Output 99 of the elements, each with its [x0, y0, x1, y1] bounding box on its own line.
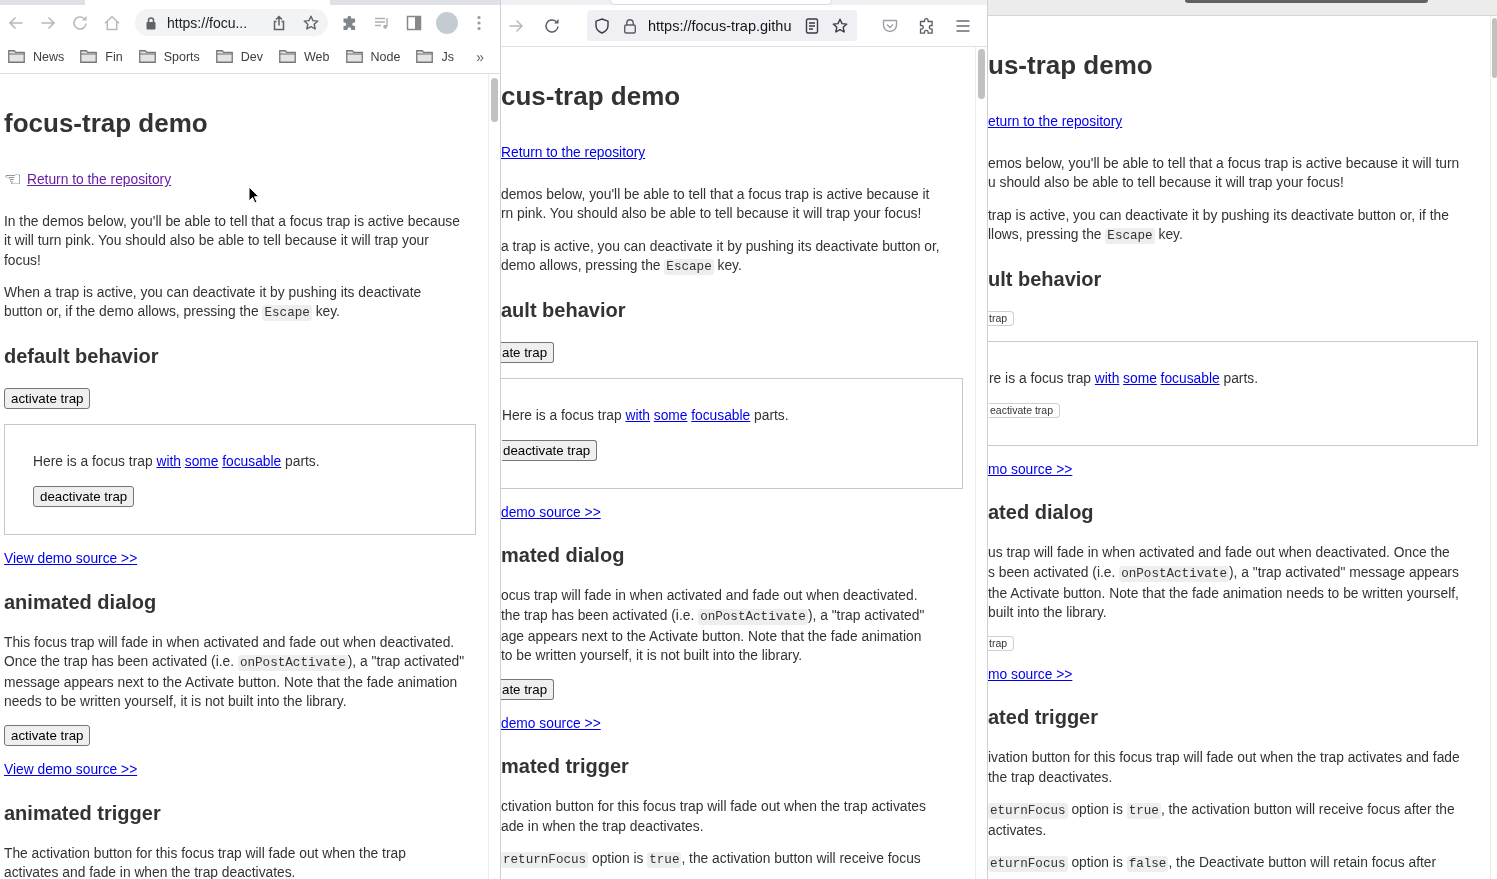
paragraph: Here is a focus trap with some focusable parts. — [33, 453, 320, 472]
section-heading: ated trigger — [988, 705, 1099, 730]
address-bar[interactable]: https://focus-trap.githu — [587, 10, 857, 41]
paragraph: eturnFocus option is false, the Deactivate button will retain focus after — [988, 854, 1437, 875]
section-heading: mated dialog — [501, 543, 625, 568]
bookmark-item[interactable]: Web — [279, 48, 330, 65]
folder-icon — [279, 50, 296, 63]
reload-icon[interactable] — [544, 17, 560, 34]
bookmark-item[interactable]: Dev — [215, 48, 263, 65]
paragraph: trap is active, you can deactivate it by pushing its deactivate button or, if the llows, pressing the Escape key. — [988, 206, 1449, 246]
page-title: cus-trap demo — [501, 81, 681, 111]
demo-button[interactable]: deactivate trap — [33, 486, 135, 508]
section-heading: ault behavior — [501, 298, 626, 322]
menu-icon[interactable] — [955, 17, 971, 34]
scrollbar-thumb[interactable] — [978, 49, 985, 99]
inline-link[interactable]: some — [1123, 371, 1157, 386]
back-icon[interactable] — [8, 14, 24, 31]
pocket-icon[interactable] — [882, 17, 898, 34]
demo-button[interactable]: activate trap — [4, 725, 91, 747]
source-link[interactable]: View demo source >> — [4, 549, 138, 569]
inline-link[interactable]: with — [156, 454, 181, 470]
folder-icon — [215, 50, 233, 63]
section-heading: animated trigger — [4, 800, 161, 825]
bookmark-item[interactable]: Sports — [138, 48, 200, 65]
section-heading: default behavior — [4, 344, 159, 369]
share-icon[interactable] — [271, 14, 287, 31]
folder-icon — [80, 50, 98, 63]
inline-link[interactable]: focusable — [1160, 371, 1220, 386]
address-bar[interactable]: https://focu... — [135, 9, 328, 36]
reader-view-icon[interactable] — [804, 17, 820, 34]
section-heading: ult behavior — [988, 267, 1102, 291]
paragraph: This focus trap will fade in when activated and fade out when deactivated. Once the trap has been activated (i.e. onPostActivate), a "trap activated" message appears next to the Activate button. Note that the fade animation needs to be written yourself, it is not built into the library. — [4, 633, 465, 712]
forward-icon[interactable] — [508, 17, 524, 34]
extensions-icon[interactable] — [919, 17, 935, 34]
source-link[interactable]: mo source >> — [988, 460, 1073, 480]
source-link[interactable]: mo source >> — [988, 665, 1073, 685]
folder-icon — [416, 50, 434, 63]
home-icon[interactable] — [104, 14, 120, 31]
paragraph: Here is a focus trap with some focusable parts. — [502, 407, 789, 425]
bookmark-item[interactable]: Node — [345, 48, 401, 65]
paragraph: The activation button for this focus trap will fade out when the trap activates and fade in when the trap deactivates. — [4, 844, 406, 879]
demo-button[interactable]: eactivate trap — [989, 403, 1061, 419]
demo-button[interactable]: deactivate trap — [502, 440, 598, 462]
page-title: focus-trap demo — [4, 108, 208, 138]
paragraph: In the demos below, you'll be able to tell that a focus trap is active because it will turn pink. You should also be able to tell because it will trap your focus! — [4, 213, 460, 270]
star-icon[interactable] — [832, 17, 848, 34]
bookmark-item[interactable]: Js — [416, 48, 454, 65]
folder-icon — [138, 50, 156, 63]
paragraph: ctivation button for this focus trap will fade out when the trap activates ade in when the trap deactivates. — [501, 798, 926, 836]
folder-icon — [345, 50, 363, 63]
demo-button[interactable]: trap — [988, 636, 1015, 652]
paragraph: eturnFocus option is true, the activation button will receive focus after the activates. — [988, 800, 1455, 841]
demo-button[interactable]: activate trap — [4, 388, 91, 410]
page-title: us-trap demo — [988, 50, 1153, 80]
source-link[interactable]: View demo source >> — [4, 760, 138, 780]
inline-link[interactable]: with — [1094, 371, 1120, 386]
demo-button[interactable]: trap — [988, 311, 1015, 326]
side-panel-icon[interactable] — [406, 14, 422, 31]
forward-icon[interactable] — [40, 14, 56, 31]
paragraph: re is a focus trap with some focusable parts. — [989, 370, 1258, 388]
source-link[interactable]: demo source >> — [501, 503, 601, 523]
inline-link[interactable]: some — [653, 408, 688, 423]
scrollbar-thumb[interactable] — [1492, 18, 1497, 78]
lock-icon — [145, 15, 157, 30]
star-icon[interactable] — [303, 14, 319, 31]
bookmark-item[interactable]: News — [8, 48, 65, 65]
folder-icon — [8, 50, 25, 63]
inline-link[interactable]: with — [625, 408, 650, 423]
repository-link[interactable]: Return to the repository — [501, 143, 646, 163]
bookmark-item[interactable]: Fin — [80, 48, 123, 65]
inline-link[interactable]: focusable — [691, 408, 751, 423]
bookmarks-overflow-button[interactable]: » — [476, 48, 484, 65]
lock-icon[interactable] — [622, 17, 638, 34]
shield-icon[interactable] — [594, 17, 610, 34]
paragraph: demos below, you'll be able to tell that a focus trap is active because it rn pink. You should also be able to tell because it will trap your focus! — [501, 186, 930, 224]
puzzle-icon[interactable] — [342, 14, 358, 31]
repository-link[interactable]: Return to the repository — [26, 170, 172, 190]
inline-link[interactable]: focusable — [222, 454, 282, 470]
paragraph: emos below, you'll be able to tell that a focus trap is active because it will turn u should also be able to tell because it will trap your focus! — [988, 155, 1460, 193]
mouse-cursor-icon — [248, 186, 260, 204]
section-heading: mated trigger — [501, 754, 629, 779]
source-link[interactable]: demo source >> — [501, 714, 601, 734]
section-heading: animated dialog — [4, 589, 157, 614]
demo-button[interactable]: ate trap — [501, 679, 555, 701]
paragraph: When a trap is active, you can deactivate it by pushing its deactivate button or, if the demo allows, pressing the Escape key. — [4, 283, 422, 323]
paragraph: returnFocus option is true, the activation button will receive focus — [501, 849, 921, 870]
paragraph: ocus trap will fade in when activated and fade out when deactivated. the trap has been activated (i.e. onPostActivate), a "trap activated" age appears next to the Activate button. Note that the fade animation to be written yourself, it is not built into the library. — [501, 587, 925, 665]
scrollbar-thumb[interactable] — [491, 78, 498, 122]
inline-link[interactable]: some — [184, 454, 219, 470]
browser-tab[interactable] — [610, 0, 832, 5]
profile-avatar[interactable] — [436, 11, 458, 34]
demo-button[interactable]: ate trap — [501, 342, 555, 363]
repository-link[interactable]: eturn to the repository — [988, 112, 1123, 132]
paragraph: a trap is active, you can deactivate it by pushing its deactivate button or, demo allows, pressing the Escape key. — [501, 237, 940, 277]
paragraph: us trap will fade in when activated and fade out when deactivated. Once the s been activated (i.e. onPostActivate), a "trap activated" message appears the Activate button. Note that the fade animation needs to be written yourself, built into the library. — [988, 544, 1459, 622]
pointing-hand-icon: ☜ — [4, 170, 22, 190]
more-menu-icon[interactable] — [477, 14, 481, 31]
paragraph: ivation button for this focus trap will fade out when the trap activates and fade the trap deactivates. — [988, 749, 1460, 787]
section-heading: ated dialog — [988, 500, 1094, 525]
